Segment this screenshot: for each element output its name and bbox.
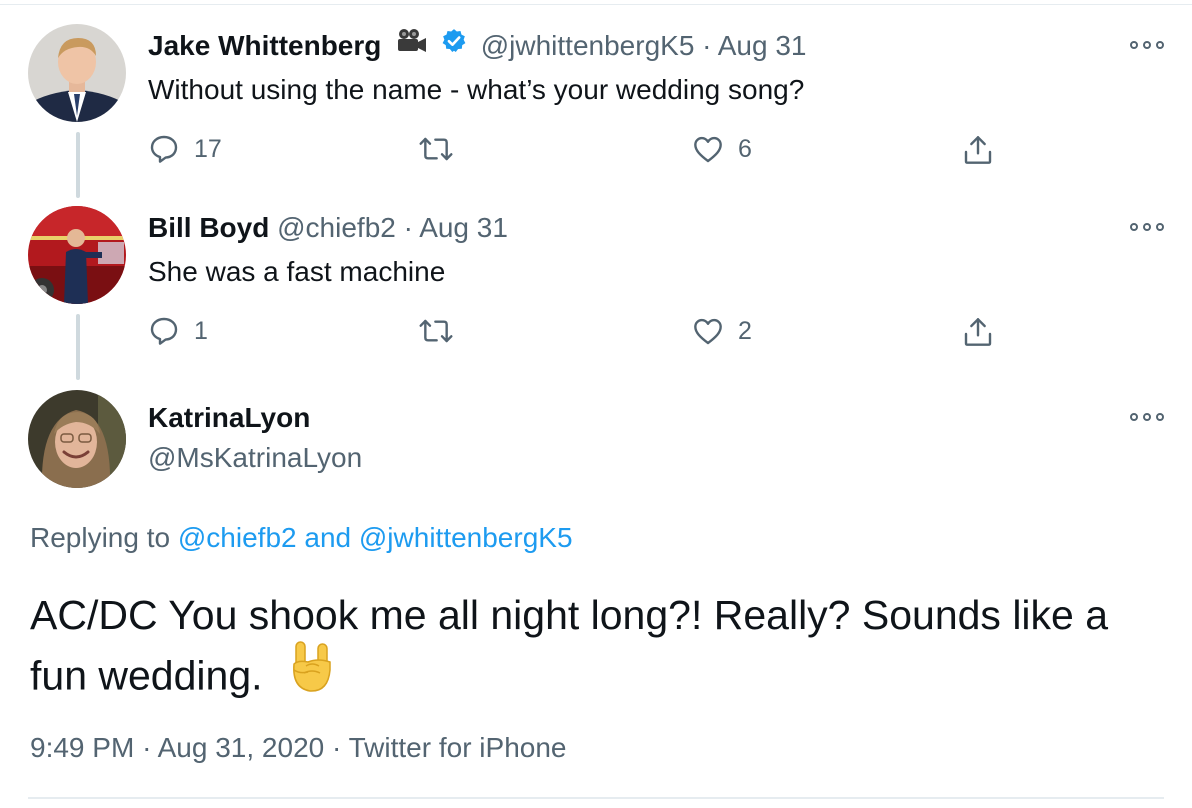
reply-icon bbox=[150, 317, 178, 345]
more-options-button[interactable] bbox=[1130, 410, 1164, 424]
tweet-text: Without using the name - what’s your wed… bbox=[148, 74, 805, 105]
tweet-source[interactable]: Twitter for iPhone bbox=[349, 732, 567, 763]
bottom-divider bbox=[28, 797, 1164, 799]
like-button[interactable]: 2 bbox=[692, 315, 752, 347]
mention-link-jwhittenbergK5[interactable]: @jwhittenbergK5 bbox=[359, 522, 573, 553]
more-dot-icon bbox=[1130, 41, 1138, 49]
author-handle[interactable]: @MsKatrinaLyon bbox=[148, 440, 362, 476]
author-name[interactable]: Bill Boyd bbox=[148, 212, 269, 243]
top-divider bbox=[0, 4, 1192, 5]
share-icon bbox=[964, 136, 992, 164]
avatar-jake[interactable] bbox=[28, 24, 126, 122]
reply-button[interactable]: 17 bbox=[148, 133, 222, 165]
author-name[interactable]: KatrinaLyon bbox=[148, 400, 310, 436]
more-dot-icon bbox=[1130, 223, 1138, 231]
share-icon bbox=[964, 318, 992, 346]
author-name[interactable]: Jake Whittenberg bbox=[148, 30, 381, 61]
mention-and[interactable]: and bbox=[304, 522, 351, 553]
like-count: 2 bbox=[738, 316, 752, 345]
share-button[interactable] bbox=[962, 133, 994, 167]
replying-prefix: Replying to bbox=[30, 522, 171, 553]
more-dot-icon bbox=[1156, 41, 1164, 49]
like-count: 6 bbox=[738, 134, 752, 163]
main-tweet-text: AC/DC You shook me all night long?! Real… bbox=[30, 586, 1170, 713]
retweet-button[interactable] bbox=[418, 133, 468, 165]
tweet-text: She was a fast machine bbox=[148, 256, 446, 287]
more-dot-icon bbox=[1143, 41, 1151, 49]
rock-on-hand-emoji bbox=[288, 640, 334, 709]
reply-count: 1 bbox=[194, 316, 208, 345]
verified-badge-icon bbox=[441, 27, 467, 63]
tweet-date[interactable]: Aug 31 bbox=[718, 30, 807, 61]
more-dot-icon bbox=[1156, 223, 1164, 231]
thread-connector-line bbox=[76, 314, 80, 380]
tweet-time[interactable]: 9:49 PM bbox=[30, 732, 134, 763]
tweet-header-jake: Jake Whittenberg @jwhittenbergK5 · Aug 3… bbox=[148, 28, 806, 66]
heart-icon bbox=[694, 318, 722, 345]
tweet-meta: 9:49 PM · Aug 31, 2020 · Twitter for iPh… bbox=[30, 730, 566, 766]
reply-icon bbox=[150, 135, 178, 163]
tweet-full-date[interactable]: Aug 31, 2020 bbox=[158, 732, 325, 763]
share-button[interactable] bbox=[962, 315, 994, 349]
movie-camera-icon bbox=[395, 27, 427, 63]
separator-dot: · bbox=[142, 732, 152, 763]
author-handle[interactable]: @jwhittenbergK5 bbox=[481, 30, 695, 61]
more-dot-icon bbox=[1156, 413, 1164, 421]
retweet-icon bbox=[419, 137, 453, 161]
author-handle[interactable]: @chiefb2 bbox=[277, 212, 396, 243]
more-options-button[interactable] bbox=[1130, 38, 1164, 52]
more-dot-icon bbox=[1143, 223, 1151, 231]
replying-to: Replying to @chiefb2 and @jwhittenbergK5 bbox=[30, 520, 573, 556]
reply-count: 17 bbox=[194, 134, 222, 163]
more-dot-icon bbox=[1143, 413, 1151, 421]
avatar-katrina[interactable] bbox=[28, 390, 126, 488]
separator-dot: · bbox=[332, 732, 342, 763]
reply-button[interactable]: 1 bbox=[148, 315, 208, 347]
more-dot-icon bbox=[1130, 413, 1138, 421]
retweet-button[interactable] bbox=[418, 315, 468, 347]
thread-connector-line bbox=[76, 132, 80, 198]
like-button[interactable]: 6 bbox=[692, 133, 752, 165]
tweet-date[interactable]: Aug 31 bbox=[419, 212, 508, 243]
separator-dot: · bbox=[702, 30, 712, 61]
more-options-button[interactable] bbox=[1130, 220, 1164, 234]
heart-icon bbox=[694, 136, 722, 163]
separator-dot: · bbox=[403, 212, 413, 243]
mention-link-chiefb2[interactable]: @chiefb2 bbox=[178, 522, 297, 553]
tweet-header-bill: Bill Boyd @chiefb2 · Aug 31 bbox=[148, 210, 508, 246]
retweet-icon bbox=[419, 319, 453, 343]
main-tweet-body: AC/DC You shook me all night long?! Real… bbox=[30, 592, 1109, 699]
avatar-bill[interactable] bbox=[28, 206, 126, 304]
